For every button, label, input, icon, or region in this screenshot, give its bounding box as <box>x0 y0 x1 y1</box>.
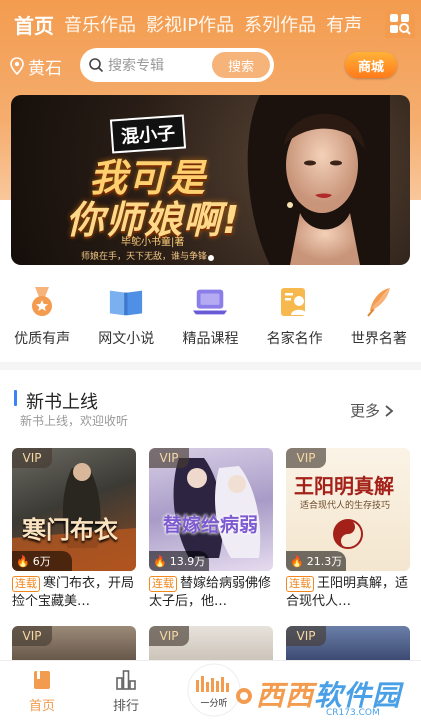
section-title: 新书上线 <box>26 392 98 413</box>
vip-badge: VIP <box>149 448 189 468</box>
serial-tag: 连载 <box>12 576 40 592</box>
book-title-block: 连载 王阳明真解，适合现代人… <box>286 575 410 611</box>
section-divider <box>0 362 421 370</box>
play-count: 🔥 21.3万 <box>286 551 346 571</box>
search-bar[interactable]: 搜索专辑 搜索 <box>80 48 274 82</box>
category-quality-audio[interactable]: 优质有声 <box>0 284 84 352</box>
book-cover: 寒门布衣 VIP 🔥 6万 <box>12 448 136 571</box>
location-pin-icon <box>10 57 24 75</box>
category-label: 优质有声 <box>14 331 71 347</box>
vip-badge: VIP <box>286 448 326 468</box>
category-label: 名家名作 <box>266 331 323 347</box>
category-label: 精品课程 <box>182 331 239 347</box>
play-count: 🔥 6万 <box>12 551 72 571</box>
more-label: 更多 <box>350 402 381 420</box>
banner-author: 毕鸵小书童|著 <box>121 237 185 248</box>
vip-badge: VIP <box>12 448 52 468</box>
nav-ranking[interactable]: 排行 <box>84 661 168 722</box>
quill-icon <box>361 284 397 320</box>
mall-button[interactable]: 商城 <box>345 52 397 78</box>
tab-music[interactable]: 音乐作品 <box>59 12 141 40</box>
book-cover: 王阳明真解 适合现代人的生存技巧 VIP 🔥 21.3万 <box>286 448 410 571</box>
banner-portrait <box>247 95 390 265</box>
author-card-icon <box>277 284 313 320</box>
location-selector[interactable]: 黄石 <box>10 54 62 79</box>
book-card[interactable]: 寒门布衣 VIP 🔥 6万 连载 寒门布衣，开局捡个宝藏美… <box>12 448 136 611</box>
fire-icon: 🔥 <box>290 554 304 568</box>
search-icon <box>89 58 104 73</box>
ranking-bars-icon <box>116 670 136 690</box>
promo-banner[interactable]: 混小子 我可是 你师娘啊! 毕鸵小书童|著 师娘在手，天下无敌，谁与争锋 <box>11 95 410 265</box>
section-more-link[interactable]: 更多 <box>350 400 394 421</box>
book-card[interactable]: 王阳明真解 适合现代人的生存技巧 VIP 🔥 21.3万 连载 王阳明真解，适合现代… <box>286 448 410 611</box>
fire-icon: 🔥 <box>153 554 167 568</box>
category-web-novel[interactable]: 网文小说 <box>84 284 168 352</box>
tab-audio[interactable]: 有声 <box>321 12 367 40</box>
vip-badge: VIP <box>286 626 326 646</box>
vip-badge: VIP <box>12 626 52 646</box>
play-count: 🔥 13.9万 <box>149 551 209 571</box>
section-subtitle: 新书上线，欢迎收听 <box>20 414 129 428</box>
medal-icon <box>24 284 60 320</box>
chevron-right-icon <box>385 404 394 417</box>
grid-search-icon[interactable] <box>385 10 415 38</box>
category-label: 网文小说 <box>98 331 155 347</box>
category-row: 优质有声 网文小说 精品课程 名家名作 世界名著 <box>0 284 421 352</box>
banner-pagination <box>11 255 410 261</box>
category-label: 世界名著 <box>350 331 407 347</box>
tab-home[interactable]: 首页 <box>0 12 59 40</box>
watermark: 一分听 西西软件园 CR173.COM <box>184 662 421 722</box>
laptop-icon <box>192 284 228 320</box>
nav-home[interactable]: 首页 <box>0 661 84 722</box>
watermark-logo: 一分听 <box>187 663 252 717</box>
book-card[interactable]: 替嫁给病弱 VIP 🔥 13.9万 连载 替嫁给病弱佛修太子后，他… <box>149 448 273 611</box>
open-book-icon <box>108 284 144 320</box>
book-title-block: 连载 寒门布衣，开局捡个宝藏美… <box>12 575 136 611</box>
category-world-classics[interactable]: 世界名著 <box>337 284 421 352</box>
nav-label: 排行 <box>112 699 139 714</box>
cover-title: 替嫁给病弱 <box>163 514 259 536</box>
serial-tag: 连载 <box>286 576 314 592</box>
category-courses[interactable]: 精品课程 <box>168 284 252 352</box>
book-list: 寒门布衣 VIP 🔥 6万 连载 寒门布衣，开局捡个宝藏美… 替嫁给病弱 VIP 🔥… <box>12 448 412 611</box>
category-masterpieces[interactable]: 名家名作 <box>253 284 337 352</box>
watermark-url: CR173.COM <box>326 708 380 718</box>
location-city: 黄石 <box>28 58 62 79</box>
tab-series[interactable]: 系列作品 <box>239 12 321 40</box>
banner-dot[interactable] <box>207 255 214 261</box>
search-input[interactable]: 搜索专辑 <box>108 55 212 75</box>
svg-text:一分听: 一分听 <box>200 698 227 709</box>
vip-badge: VIP <box>149 626 189 646</box>
cover-title: 寒门布衣 <box>22 516 118 544</box>
search-button[interactable]: 搜索 <box>212 52 270 78</box>
book-title-block: 连载 替嫁给病弱佛修太子后，他… <box>149 575 273 611</box>
fire-icon: 🔥 <box>16 554 30 568</box>
section-accent-bar <box>14 390 17 406</box>
book-cover: 替嫁给病弱 VIP 🔥 13.9万 <box>149 448 273 571</box>
nav-label: 首页 <box>28 699 55 714</box>
top-tab-bar: 首页 音乐作品 影视IP作品 系列作品 有声 <box>0 6 421 40</box>
serial-tag: 连载 <box>149 576 177 592</box>
tab-film-ip[interactable]: 影视IP作品 <box>141 12 239 40</box>
home-book-icon <box>34 671 50 689</box>
